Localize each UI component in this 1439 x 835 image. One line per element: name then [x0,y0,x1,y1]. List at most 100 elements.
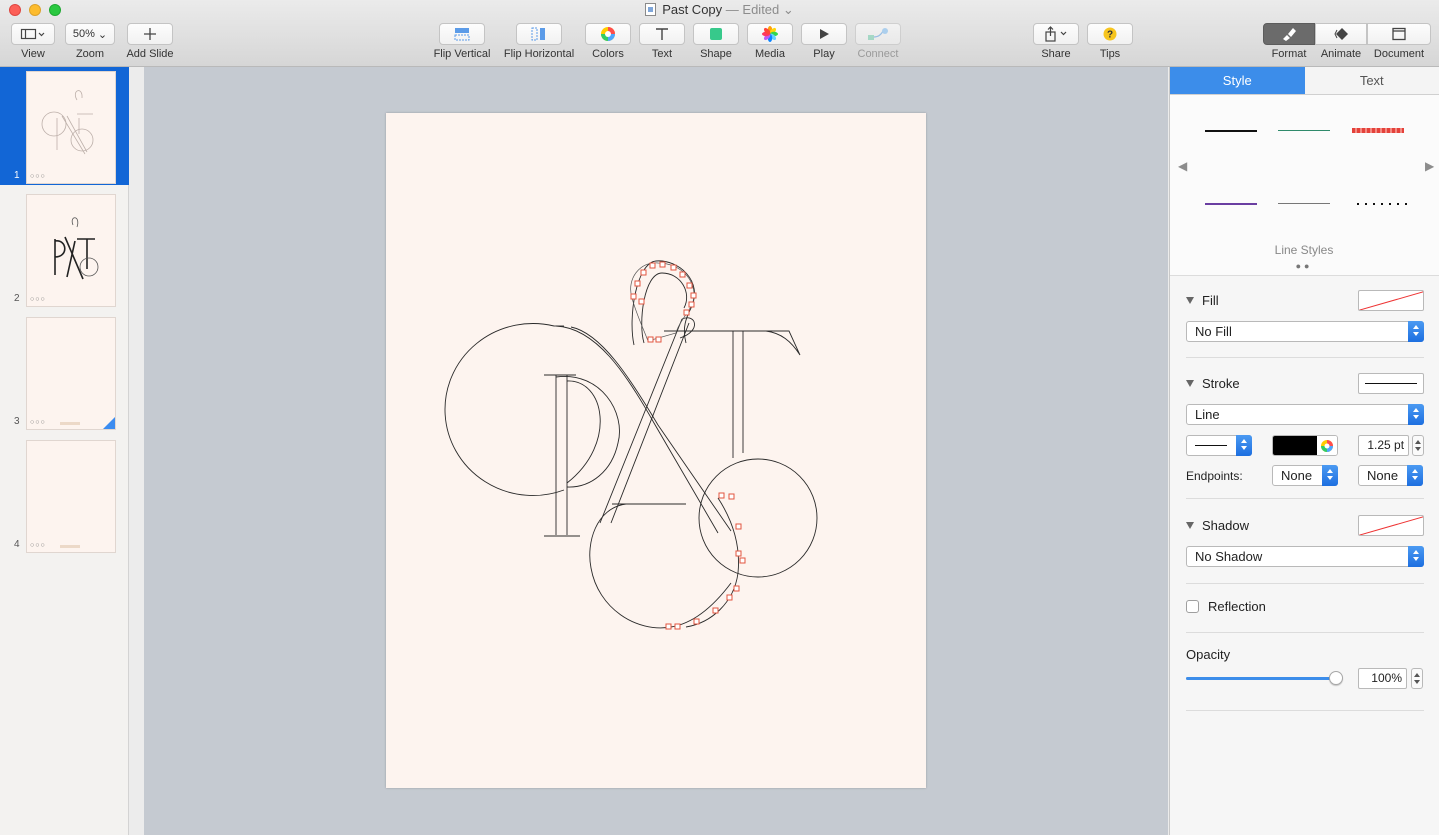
stroke-style-well[interactable] [1358,372,1424,394]
colors-button[interactable] [585,23,631,45]
stroke-color-swatch [1272,436,1318,455]
add-slide-tool[interactable]: Add Slide [125,23,175,60]
tab-style[interactable]: Style [1170,67,1305,94]
slide-thumbnail-row[interactable]: ○○○ 1 [0,67,129,185]
stroke-width-stepper[interactable] [1412,435,1424,456]
format-button[interactable] [1263,23,1315,45]
opacity-stepper[interactable] [1411,668,1423,689]
page-indicator-dots[interactable]: ●● [1170,261,1438,271]
color-wheel-icon [601,27,615,41]
opacity-field[interactable]: 100% [1358,668,1407,689]
disclosure-triangle-icon[interactable] [1186,296,1194,304]
chevron-right-icon[interactable]: ▶ [1425,159,1434,173]
media-tool[interactable]: Media [747,23,793,60]
animate-button[interactable] [1315,23,1367,45]
play-icon [820,29,829,39]
disclosure-triangle-icon[interactable] [1186,379,1194,387]
slide-thumbnail[interactable]: ○○○ [26,71,116,184]
colors-tool[interactable]: Colors [585,23,631,60]
popup-arrows-icon [1322,465,1338,486]
fill-type-popup[interactable]: No Fill [1186,321,1424,342]
line-pattern-popup[interactable] [1186,435,1252,456]
chevron-left-icon[interactable]: ◀ [1178,159,1187,173]
text-tool[interactable]: Text [639,23,685,60]
media-button[interactable] [747,23,793,45]
line-style-preset[interactable] [1205,130,1257,132]
slide-status-dots: ○○○ [30,173,46,180]
tab-text[interactable]: Text [1304,67,1439,94]
shape-button[interactable] [693,23,739,45]
view-tool[interactable]: View [11,23,55,60]
document-button[interactable] [1367,23,1431,45]
photos-icon [762,26,778,42]
share-button[interactable] [1033,23,1079,45]
slide-thumbnail[interactable]: ○○○ [26,440,116,553]
slide-status-dots: ○○○ [30,296,46,303]
monogram-artwork[interactable] [386,113,926,788]
chevron-down-icon: ⌄ [97,28,108,41]
inspector-segmented-control [1263,23,1431,45]
stroke-type-popup[interactable]: Line [1186,404,1424,425]
chevron-down-icon[interactable]: ⌄ [783,2,794,17]
text-button[interactable] [639,23,685,45]
flip-horizontal-button[interactable] [516,23,562,45]
fill-type-value: No Fill [1195,324,1232,339]
endpoint-end-value: None [1367,468,1399,483]
play-label: Play [813,48,835,60]
play-tool[interactable]: Play [801,23,847,60]
zoom-tool[interactable]: 50% ⌄ Zoom [65,23,115,60]
solid-line-icon [1195,445,1227,446]
slide-thumbnail-row[interactable]: ○○○ 4 [0,436,129,554]
line-style-preset[interactable] [1205,203,1257,205]
reflection-label: Reflection [1208,599,1266,614]
stroke-type-value: Line [1195,407,1220,422]
view-button[interactable] [11,23,55,45]
text-icon [656,28,668,40]
endpoint-end-popup[interactable]: None [1358,465,1423,486]
flip-vertical-button[interactable] [439,23,485,45]
fill-color-well[interactable] [1358,289,1424,311]
edited-status[interactable]: — Edited [726,2,779,17]
disclosure-triangle-icon[interactable] [1186,521,1194,529]
selection-handles[interactable] [630,261,746,630]
stroke-section: Stroke Line 1.25 pt Endpoints: None None [1186,372,1424,486]
help-icon: ? [1103,27,1117,41]
line-style-preset[interactable] [1357,203,1409,205]
tips-button[interactable]: ? [1087,23,1133,45]
tips-tool[interactable]: ? Tips [1087,23,1133,60]
opacity-slider-knob[interactable] [1329,671,1343,685]
endpoint-start-popup[interactable]: None [1272,465,1338,486]
stroke-width-field[interactable]: 1.25 pt [1358,435,1410,456]
popup-arrows-icon [1235,435,1252,456]
slide-thumbnail[interactable]: ○○○ [26,194,116,307]
connect-label: Connect [857,48,899,60]
slide-thumbnail-row[interactable]: ○○○ 3 [0,313,129,431]
shape-tool[interactable]: Shape [693,23,739,60]
line-style-preset[interactable] [1278,203,1330,204]
play-button[interactable] [801,23,847,45]
shadow-type-popup[interactable]: No Shadow [1186,546,1424,567]
zoom-value: 50% [72,28,95,40]
reflection-checkbox[interactable] [1186,600,1199,613]
slide-thumbnail-row[interactable]: ○○○ 2 [0,190,129,308]
document-name: Past Copy [662,2,723,17]
fill-section: Fill No Fill [1186,289,1424,342]
flip-horizontal-tool[interactable]: Flip Horizontal [500,23,578,60]
slide-thumbnail[interactable]: ○○○ [26,317,116,430]
stroke-color-well[interactable] [1271,435,1339,456]
zoom-popup[interactable]: 50% ⌄ [65,23,115,45]
text-label: Text [651,48,673,60]
line-style-preset[interactable] [1278,130,1330,131]
line-style-preset[interactable] [1352,128,1404,133]
current-slide[interactable] [386,113,926,788]
endpoint-start-value: None [1281,468,1313,483]
slide-navigator: ○○○ 1 ○○○ 2 ○○○ 3 ○○○ 4 [0,67,129,835]
color-wheel-icon[interactable] [1317,436,1338,455]
line-styles-panel: ◀ ▶ Line Styles ●● [1170,95,1439,276]
flip-vertical-tool[interactable]: Flip Vertical [431,23,493,60]
share-tool[interactable]: Share [1033,23,1079,60]
monogram-filled-preview [54,217,99,280]
add-slide-button[interactable] [127,23,173,45]
shadow-color-well[interactable] [1358,514,1424,536]
slide-status-dots: ○○○ [30,542,46,549]
